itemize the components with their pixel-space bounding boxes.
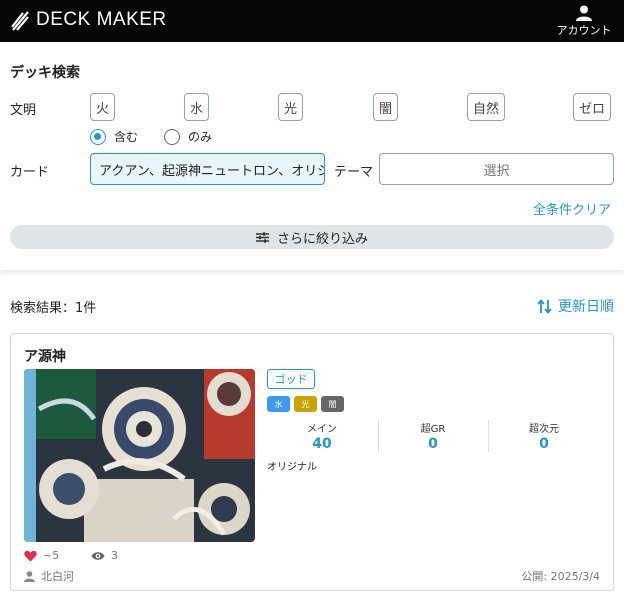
deck-search-panel: デッキ検索 文明 火 水 光 闇 自然 ゼロ 含む のみ カード アクアン、起源… — [0, 42, 624, 270]
stat-gr-value: 0 — [428, 436, 438, 452]
civ-badge-darkness: 闇 — [321, 396, 344, 412]
clear-all-link[interactable]: 全条件クリア — [533, 199, 611, 218]
civ-badges: 水 光 闇 — [267, 396, 348, 412]
civ-button-darkness[interactable]: 闇 — [373, 93, 399, 121]
civ-badge-water: 水 — [267, 396, 290, 412]
radio-include-label: 含む — [114, 130, 139, 144]
civ-button-nature[interactable]: 自然 — [467, 93, 506, 121]
stat-gr-label: 超GR — [420, 424, 446, 435]
radio-only-label: のみ — [188, 130, 213, 144]
like-count: ~5 — [43, 549, 60, 562]
deck-type-badge: ゴッド — [267, 369, 315, 389]
author[interactable]: 北白河 — [24, 568, 74, 584]
theme-select[interactable]: 選択 — [379, 153, 614, 185]
stat-main: メイン 40 — [267, 420, 377, 452]
deck-name: ア源神 — [24, 349, 66, 365]
logo-icon — [11, 11, 29, 31]
refine-button[interactable]: さらに絞り込み — [10, 225, 614, 249]
civ-badge-light: 光 — [294, 396, 317, 412]
stat-main-label: メイン — [307, 424, 337, 435]
stat-hyperspatial: 超次元 0 — [489, 420, 599, 452]
user-icon — [24, 570, 35, 582]
civ-button-light[interactable]: 光 — [278, 93, 304, 121]
sort-icon — [537, 298, 552, 314]
top-bar: DECK MAKER アカウント — [0, 0, 624, 42]
card-input[interactable]: アクアン、起源神ニュートロン、オリジン — [90, 153, 325, 185]
stat-main-value: 40 — [312, 436, 332, 452]
results-count: 検索結果：1件 — [10, 301, 97, 316]
stat-hyperspatial-value: 0 — [539, 436, 549, 452]
logo[interactable]: DECK MAKER — [10, 9, 167, 31]
civilization-label: 文明 — [10, 103, 37, 118]
sort-button[interactable]: 更新日順 — [537, 296, 614, 316]
published-date: 公開: 2025/3/4 — [521, 570, 600, 583]
civ-button-water[interactable]: 水 — [184, 93, 210, 121]
theme-label: テーマ — [334, 165, 374, 180]
account-button[interactable]: アカウント — [554, 5, 614, 38]
deck-card-image[interactable] — [24, 369, 255, 542]
civ-button-fire[interactable]: 火 — [90, 93, 116, 121]
radio-only[interactable]: のみ — [164, 128, 212, 145]
card-label: カード — [10, 165, 50, 180]
view-count: 3 — [91, 549, 118, 562]
sliders-icon — [255, 231, 269, 243]
view-count-value: 3 — [111, 549, 118, 562]
heart-icon — [24, 550, 37, 561]
panel-title: デッキ検索 — [10, 65, 80, 81]
user-icon — [576, 5, 592, 21]
sort-label: 更新日順 — [558, 299, 614, 315]
civ-button-zero[interactable]: ゼロ — [573, 93, 612, 121]
logo-text: DECK MAKER — [36, 9, 167, 30]
author-name: 北白河 — [41, 570, 74, 583]
deck-format: オリジナル — [267, 462, 317, 473]
like-button[interactable]: ~5 — [24, 549, 59, 562]
account-label: アカウント — [556, 24, 612, 37]
deck-card[interactable]: ア源神 ゴッド 水 光 闇 メイン 40 超GR 0 超次元 0 オリジナル ~… — [10, 333, 614, 591]
radio-include-dot — [90, 128, 106, 145]
refine-label: さらに絞り込み — [276, 231, 368, 247]
radio-only-dot — [164, 128, 180, 145]
eye-icon — [91, 551, 105, 560]
stat-hyperspatial-label: 超次元 — [529, 424, 559, 435]
stat-gr: 超GR 0 — [378, 420, 488, 452]
deck-art-illustration — [24, 369, 255, 542]
radio-include[interactable]: 含む — [90, 128, 138, 145]
